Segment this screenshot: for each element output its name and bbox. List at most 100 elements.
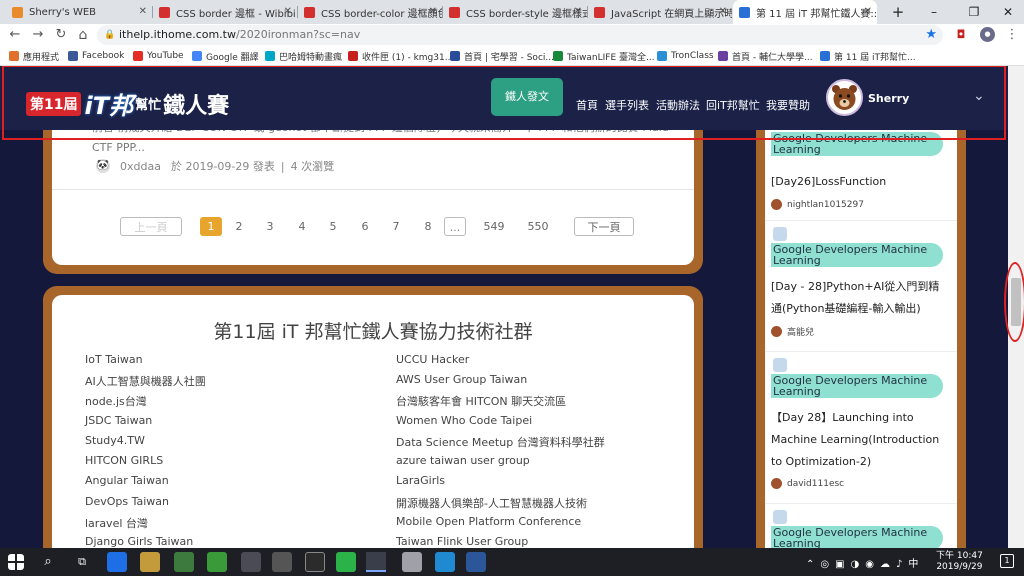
url-input[interactable]: 🔒 ithelp.ithome.com.tw/2020ironman?sc=na… [97,25,943,45]
close-icon[interactable]: ✕ [864,6,872,17]
bookmark-bahamut[interactable]: 巴哈姆特動畫瘋 [265,49,342,63]
community-link[interactable]: LaraGirls [396,474,445,487]
back-arrow-icon[interactable]: ← [6,26,24,44]
bookmark-google-translate[interactable]: Google 翻譯 [192,49,259,63]
pagination-page-7[interactable]: 7 [385,217,407,236]
close-icon[interactable]: ✕ [139,6,147,17]
close-icon[interactable]: ✕ [574,6,582,17]
pagination-next-button[interactable]: 下一頁 [574,217,634,236]
pagination-page-8[interactable]: 8 [417,217,439,236]
series-tag[interactable]: Google Developers Machine Learning [771,243,943,267]
task-view-icon[interactable]: ⧉ [72,552,92,572]
sidebar-author[interactable]: david111esc [771,478,844,489]
series-tag[interactable]: Google Developers Machine Learning [771,132,943,156]
terminal-icon[interactable] [305,552,325,572]
sidebar-author[interactable]: nightlan1015297 [771,199,864,210]
bookmark-facebook[interactable]: Facebook [68,49,124,63]
browser-tab-0[interactable]: Sherry's WEB ✕ [6,0,152,24]
community-link[interactable]: IoT Taiwan [85,353,143,366]
bookmark-ithelp[interactable]: 第 11 屆 iT邦幫忙... [820,49,916,63]
community-link[interactable]: 開源機器人俱樂部-人工智慧機器人技術 [396,495,587,511]
pagination-ellipsis[interactable]: ... [444,217,466,236]
pagination-page-4[interactable]: 4 [291,217,313,236]
avatar[interactable] [826,79,863,116]
close-icon[interactable]: ✕ [429,6,437,17]
sidebar-article-title[interactable]: [Day26]LossFunction [771,171,949,193]
community-link[interactable]: 台灣駭客年會 HITCON 聊天交流區 [396,393,566,409]
chrome-icon[interactable] [366,552,386,572]
community-link[interactable]: laravel 台灣 [85,515,148,531]
browser-tab-2[interactable]: CSS border-color 邊框顏色 ✕ [298,0,442,24]
sidebar-article[interactable]: Google Developers Machine Learning 【Day … [765,352,957,504]
sidebar-article-title[interactable]: [Day - 28]Python+AI從入門到精通(Python基礎編程-輸入輸… [771,276,949,320]
community-link[interactable]: Mobile Open Platform Conference [396,515,581,528]
line-icon[interactable] [336,552,356,572]
close-icon[interactable]: ✕ [284,6,292,17]
file-explorer-icon[interactable] [140,552,160,572]
community-link[interactable]: Data Science Meetup 台灣資料科學社群 [396,434,605,450]
extension-icon[interactable]: ◘ [952,26,970,44]
close-icon[interactable]: ✕ [719,6,727,17]
browser-tab-active[interactable]: 第 11 屆 iT 邦幫忙鐵人賽::用 ✕ [733,0,877,24]
community-link[interactable]: Women Who Code Taipei [396,414,532,427]
community-link[interactable]: node.js台灣 [85,393,147,409]
community-link[interactable]: JSDC Taiwan [85,414,152,427]
system-tray-icons[interactable]: ⌃◎▣◑◉☁♪中 [806,555,924,570]
pagination-page-1[interactable]: 1 [200,217,222,236]
bookmark-apps[interactable]: 應用程式 [9,49,59,63]
pagination-page-550[interactable]: 550 [523,217,553,236]
community-link[interactable]: UCCU Hacker [396,353,469,366]
nav-back-to-ithelp[interactable]: 回iT邦幫忙 [706,97,760,113]
pagination-page-2[interactable]: 2 [228,217,250,236]
pagination-page-6[interactable]: 6 [354,217,376,236]
series-tag[interactable]: Google Developers Machine Learning [771,374,943,398]
camera-icon[interactable] [241,552,261,572]
bookmark-fju[interactable]: 首頁 - 輔仁大學學... [718,49,813,63]
sidebar-article[interactable]: Google Developers Machine Learning [765,504,957,548]
nav-players[interactable]: 選手列表 [605,97,649,113]
calculator-icon[interactable] [272,552,292,572]
post-article-button[interactable]: 鐵人發文 [491,78,563,116]
browser-tab-4[interactable]: JavaScript 在網頁上顯示時間 ✕ [588,0,732,24]
sidebar-author[interactable]: 高能兒 [771,325,814,338]
community-link[interactable]: HITCON GIRLS [85,454,163,467]
new-tab-button[interactable]: + [880,2,916,22]
app-icon[interactable] [402,552,422,572]
article-author[interactable]: 0xddaa [120,160,161,173]
community-link[interactable]: Taiwan Flink User Group [396,535,528,548]
home-icon[interactable]: ⌂ [74,26,92,44]
reload-icon[interactable]: ↻ [52,26,70,44]
nav-home[interactable]: 首頁 [576,97,598,113]
community-link[interactable]: Django Girls Taiwan [85,535,193,548]
bookmark-youtube[interactable]: YouTube [133,49,184,63]
nav-rules[interactable]: 活動辦法 [656,97,700,113]
site-logo[interactable]: 第11屆 iT邦 幫忙 鐵人賽 [26,86,229,121]
community-link[interactable]: DevOps Taiwan [85,495,169,508]
taskbar-clock[interactable]: 下午 10:47 2019/9/29 [936,551,983,573]
community-link[interactable]: AI人工智慧與機器人社團 [85,373,206,389]
close-window-button[interactable]: ✕ [990,2,1024,22]
minimize-button[interactable]: – [916,2,952,22]
series-tag[interactable]: Google Developers Machine Learning [771,526,943,548]
bookmark-taiwanlife[interactable]: TaiwanLIFE 臺灣全... [553,49,655,63]
pagination-page-5[interactable]: 5 [322,217,344,236]
community-link[interactable]: Study4.TW [85,434,145,447]
forward-arrow-icon[interactable]: → [29,26,47,44]
edge-icon[interactable] [107,552,127,572]
community-link[interactable]: azure taiwan user group [396,454,530,467]
word-icon[interactable] [466,552,486,572]
community-link[interactable]: Angular Taiwan [85,474,169,487]
browser-tab-1[interactable]: CSS border 邊框 - Wibibi ✕ [153,0,297,24]
profile-avatar-icon[interactable]: ● [980,27,995,42]
notification-icon[interactable]: 1 [1000,554,1014,568]
browser-tab-3[interactable]: CSS border-style 邊框樣式 ✕ [443,0,587,24]
bookmark-gmail[interactable]: 收件匣 (1) - kmg31... [348,49,453,63]
menu-dots-icon[interactable]: ⋮ [1003,26,1021,44]
sidebar-article[interactable]: Google Developers Machine Learning [Day … [765,221,957,352]
bookmark-tronclass[interactable]: TronClass [657,49,714,63]
user-name[interactable]: Sherry [868,92,909,105]
vscode-icon[interactable] [435,552,455,572]
app-icon[interactable] [174,552,194,572]
bookmark-elearning[interactable]: 首頁 | 宅學習 - Soci... [450,49,554,63]
nav-sponsor[interactable]: 我要贊助 [766,97,810,113]
